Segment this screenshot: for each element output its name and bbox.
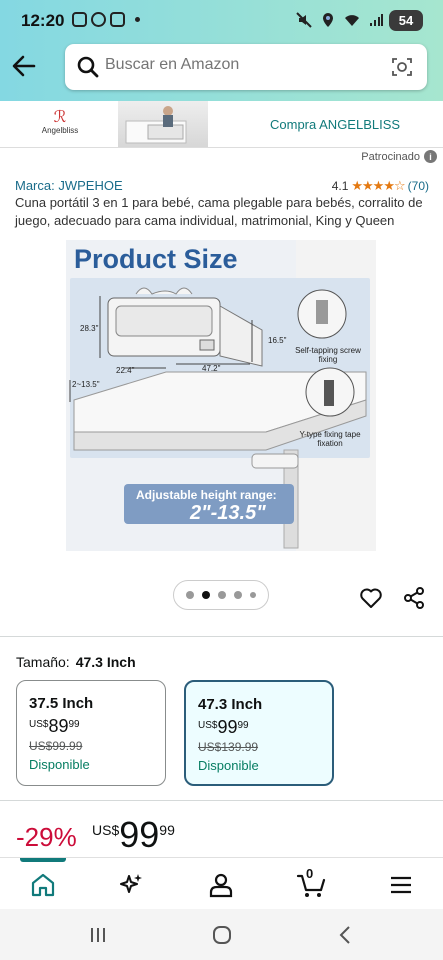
tape-fixing-label: Y-type fixing tape fixation	[299, 430, 361, 448]
signal-icon	[370, 14, 383, 26]
dim-side-height: 16.5"	[268, 336, 287, 345]
rufus-ai-icon[interactable]	[118, 872, 144, 898]
size-label: Tamaño: 47.3 Inch	[16, 654, 136, 670]
brand-logo-text: Angelbliss	[41, 126, 79, 135]
status-time: 12:20	[21, 11, 65, 30]
home-button-icon[interactable]	[210, 923, 234, 947]
location-icon	[323, 13, 333, 27]
screenshot-icon	[72, 12, 87, 27]
more-notifications-icon	[135, 17, 140, 22]
product-rating[interactable]: 4.1 ★★★★☆ (70)	[332, 178, 429, 194]
instagram-icon	[110, 12, 125, 27]
image-heading: Product Size	[74, 244, 238, 274]
price-currency: US$	[92, 822, 120, 838]
sponsored-label[interactable]: Patrocinado i	[361, 150, 437, 163]
size-option-old-price: US$139.99	[198, 740, 259, 754]
screw-fixing-label: Self-tapping screw fixing	[295, 346, 361, 364]
cart-count-badge: 0	[306, 866, 314, 881]
carousel-dot[interactable]	[186, 591, 194, 599]
sponsored-text: Patrocinado	[361, 150, 420, 163]
dim-width: 22.4"	[116, 366, 135, 375]
account-icon[interactable]	[208, 872, 234, 898]
price-integer: 99	[119, 814, 160, 855]
search-icon	[77, 56, 99, 78]
active-tab-indicator	[20, 858, 66, 862]
bottom-navigation	[0, 857, 443, 909]
price-cents: 99	[159, 822, 175, 838]
battery-icon: 54	[389, 10, 423, 31]
share-icon[interactable]	[402, 586, 426, 610]
rating-stars-icon: ★★★★☆	[351, 178, 405, 193]
whatsapp-icon	[91, 12, 106, 27]
system-navigation-bar	[0, 909, 443, 960]
home-icon[interactable]	[30, 872, 56, 898]
product-image[interactable]: Product Size 28.3" 16.5" 22.4" 47.2" 2~1…	[66, 240, 376, 551]
price-cents: 99	[68, 719, 80, 730]
carousel-dot[interactable]	[218, 591, 226, 599]
camera-search-icon[interactable]	[391, 56, 413, 78]
search-bar[interactable]	[65, 44, 427, 90]
brand-logo: ℛ Angelbliss	[40, 107, 80, 135]
height-range-caption: Adjustable height range:	[136, 488, 277, 502]
back-button-icon[interactable]	[334, 923, 358, 947]
image-carousel-indicator[interactable]	[173, 580, 269, 610]
status-bar: 12:20 54	[0, 0, 443, 42]
size-selected-value: 47.3 Inch	[75, 654, 136, 670]
dim-height-range: 2~13.5"	[72, 380, 100, 389]
divider	[0, 800, 443, 801]
rating-value: 4.1	[331, 179, 349, 193]
crib-thumbnail-icon	[125, 106, 187, 144]
price-cents: 99	[237, 720, 249, 731]
dim-length: 47.2"	[202, 364, 221, 373]
carousel-dot-active[interactable]	[202, 591, 210, 599]
carousel-dot[interactable]	[234, 591, 242, 599]
sponsored-banner[interactable]: ℛ Angelbliss Compra ANGELBLISS	[0, 101, 443, 148]
size-option-name: 47.3 Inch	[198, 696, 263, 713]
rating-count[interactable]: (70)	[408, 179, 429, 193]
size-option-price: US$ 89 99	[29, 716, 165, 737]
current-price: US$ 99 99	[92, 816, 175, 854]
status-notification-icons	[72, 12, 140, 27]
price-currency: US$	[29, 719, 49, 730]
price-integer: 99	[217, 717, 238, 737]
price-currency: US$	[198, 720, 218, 731]
app-header: 12:20 54	[0, 0, 443, 101]
divider	[0, 636, 443, 637]
mute-icon	[296, 12, 312, 28]
dim-height: 28.3"	[80, 324, 99, 333]
product-brand-link[interactable]: Marca: JWPEHOE	[15, 178, 123, 193]
menu-icon[interactable]	[388, 872, 414, 898]
brand-logo-mark-icon: ℛ	[53, 107, 67, 126]
size-option-name: 37.5 Inch	[29, 695, 94, 712]
banner-brand-link[interactable]: Compra ANGELBLISS	[270, 117, 400, 132]
size-option-2[interactable]: 47.3 Inch US$ 99 99 US$139.99 Disponible	[184, 680, 334, 786]
recent-apps-icon[interactable]	[86, 923, 110, 947]
product-title: Cuna portátil 3 en 1 para bebé, cama ple…	[15, 195, 423, 228]
height-range-value: 2"-13.5"	[190, 502, 266, 524]
status-system-icons	[296, 12, 383, 28]
heart-icon[interactable]	[359, 586, 383, 610]
size-option-1[interactable]: 37.5 Inch US$ 89 99 US$99.99 Disponible	[16, 680, 166, 786]
battery-level: 54	[398, 13, 414, 28]
price-integer: 89	[48, 716, 69, 736]
size-option-availability: Disponible	[198, 758, 259, 773]
wifi-icon	[345, 15, 359, 26]
carousel-dot[interactable]	[250, 592, 256, 598]
size-option-price: US$ 99 99	[198, 717, 332, 738]
back-arrow-icon[interactable]	[10, 52, 38, 80]
size-option-old-price: US$99.99	[29, 739, 83, 753]
banner-product-image	[118, 101, 208, 147]
size-option-availability: Disponible	[29, 757, 90, 772]
discount-percent: -29%	[16, 822, 77, 852]
size-label-text: Tamaño:	[16, 654, 70, 670]
search-input[interactable]	[105, 56, 375, 74]
info-icon[interactable]: i	[424, 150, 437, 163]
